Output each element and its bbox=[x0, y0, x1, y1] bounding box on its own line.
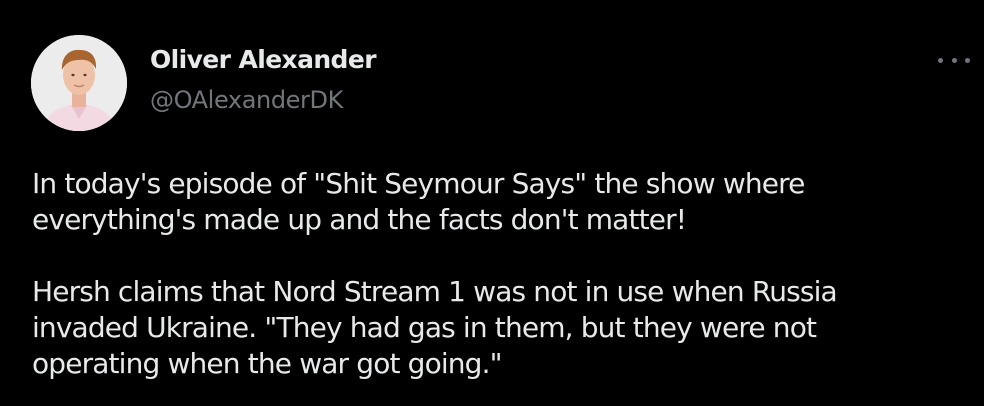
tweet-text-line: operating when the war got going." bbox=[32, 347, 503, 380]
tweet-text-line: In today's episode of "Shit Seymour Says… bbox=[32, 167, 805, 200]
ellipsis-icon bbox=[951, 57, 957, 63]
tweet-card: Oliver Alexander @OAlexanderDK In today'… bbox=[0, 0, 984, 406]
tweet-text-line: everything's made up and the facts don't… bbox=[32, 203, 687, 236]
author-handle[interactable]: @OAlexanderDK bbox=[150, 86, 343, 114]
more-options-button[interactable] bbox=[938, 50, 970, 70]
tweet-text-line: invaded Ukraine. "They had gas in them, … bbox=[32, 311, 817, 344]
tweet-text-line: Hersh claims that Nord Stream 1 was not … bbox=[32, 275, 838, 308]
author-avatar[interactable] bbox=[31, 35, 127, 131]
author-display-name[interactable]: Oliver Alexander bbox=[150, 45, 377, 74]
avatar-photo-icon bbox=[31, 35, 127, 131]
tweet-body: In today's episode of "Shit Seymour Says… bbox=[32, 166, 977, 382]
ellipsis-icon bbox=[938, 57, 943, 63]
ellipsis-icon bbox=[965, 57, 970, 63]
